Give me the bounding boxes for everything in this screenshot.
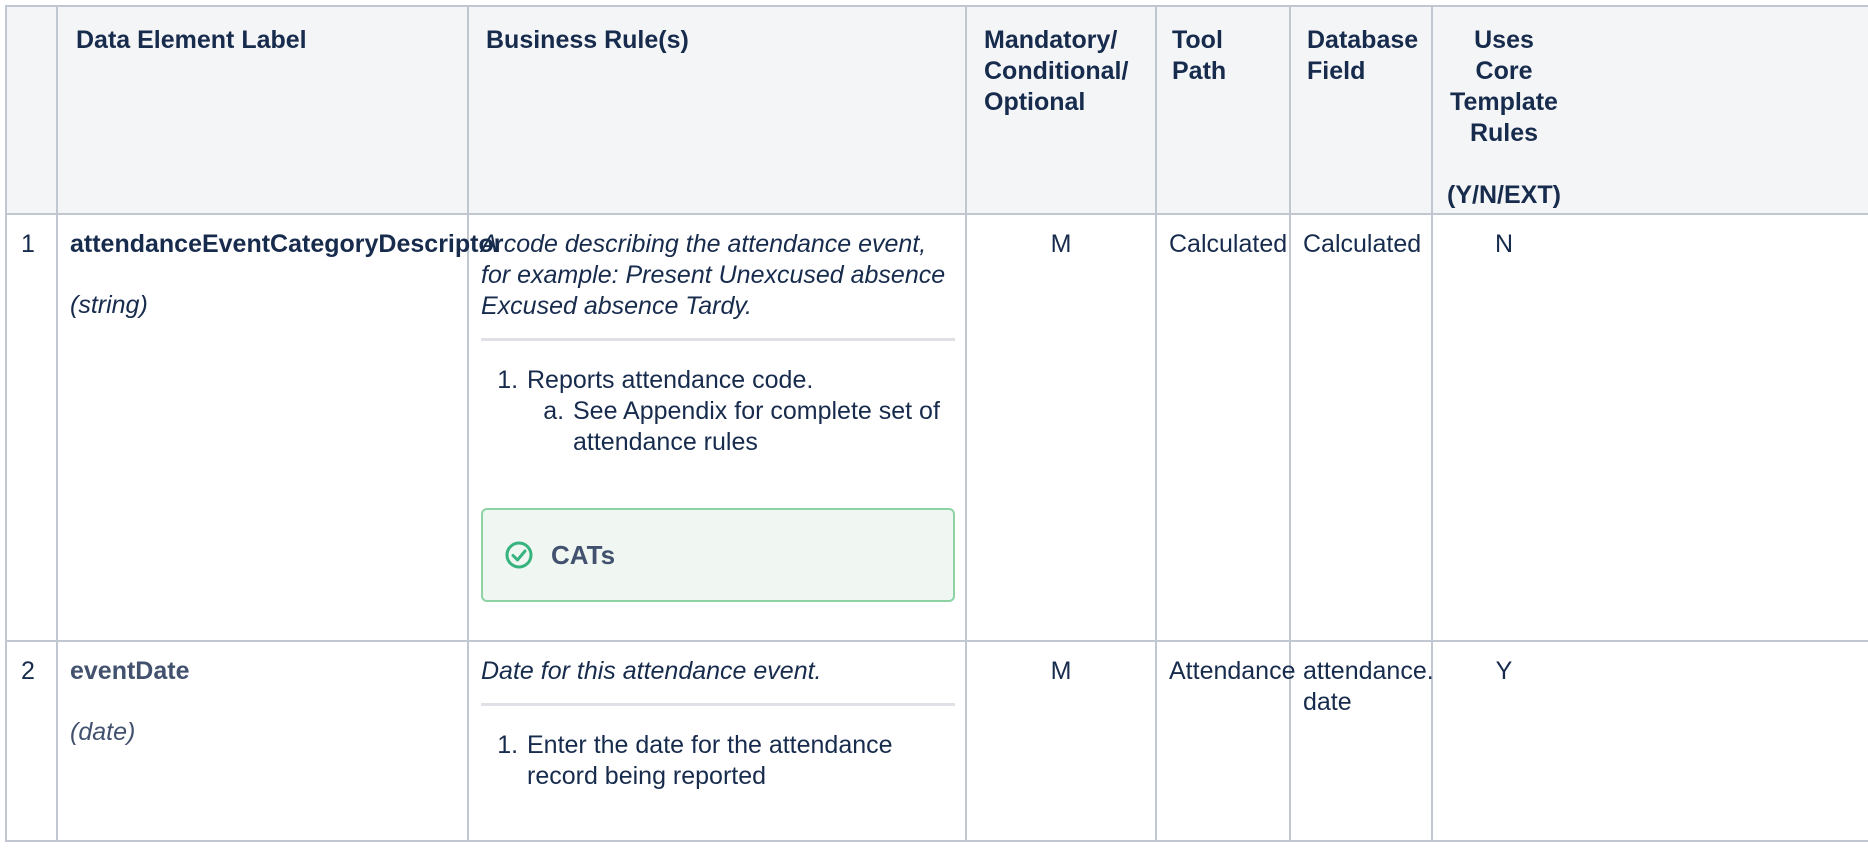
rule-description: Date for this attendance event. [481,657,822,685]
header-database-field: Database Field [1289,5,1433,215]
rule-divider [481,338,955,341]
mandatory-cell: M [965,640,1157,842]
core-template-cell: N [1431,213,1868,642]
tool-path-cell: Calculated [1155,213,1291,642]
data-element-type: (string) [70,291,148,319]
header-core-line: Rules [1469,119,1539,147]
database-field-line: date [1303,688,1352,716]
panel-title: CATs [551,539,616,570]
row-number: 1 [5,213,58,642]
header-db-line: Field [1307,57,1366,85]
business-rules-cell: A code describing the attendance event, … [467,213,967,642]
data-element-link[interactable]: eventDate [70,656,455,687]
tool-path-cell: Attendance [1155,640,1296,842]
header-row: Data Element Label Business Rule(s) Mand… [5,5,1868,215]
check-circle-icon [505,541,533,569]
header-mco-line: Conditional/ [984,57,1129,85]
data-element-type: (date) [70,718,136,746]
header-core-line: Uses [1474,26,1534,54]
header-uses-core-template-rules: Uses Core Template Rules (Y/N/EXT) [1431,5,1868,215]
rule-item: Enter the date for the attendance record… [525,730,955,792]
core-template-cell: Y [1431,640,1868,842]
header-db-line: Database [1307,26,1419,54]
row-number: 2 [5,640,58,842]
rule-list: Enter the date for the attendance record… [481,730,955,792]
rule-sublist: See Appendix for complete set of attenda… [527,396,955,458]
header-core-line: (Y/N/EXT) [1447,181,1561,209]
header-tool-line: Path [1172,57,1227,85]
header-mco-line: Mandatory/ [984,26,1118,54]
business-rules-cell: Date for this attendance event. Enter th… [467,640,967,842]
database-field-line: attendance. [1303,657,1434,685]
header-mandatory-conditional-optional: Mandatory/ Conditional/ Optional [965,5,1157,215]
rule-item: Reports attendance code. See Appendix fo… [525,365,955,458]
mandatory-cell: M [965,213,1157,642]
rule-subitem: See Appendix for complete set of attenda… [571,396,955,458]
database-field-cell: attendance. date [1289,640,1434,842]
data-element-label-cell: attendanceEventCategoryDescriptor (strin… [56,213,504,642]
data-element-label-cell: eventDate (date) [56,640,469,842]
table-row: 2 eventDate (date) Date for this attenda… [5,640,1868,842]
rule-description: A code describing the attendance event, … [481,230,946,320]
table-row: 1 attendanceEventCategoryDescriptor (str… [5,213,1868,642]
rule-list: Reports attendance code. See Appendix fo… [481,365,955,458]
rule-divider [481,703,955,706]
header-data-element-label: Data Element Label [56,5,469,215]
header-tool-path: Tool Path [1155,5,1291,215]
header-core-line: Core [1475,57,1533,85]
data-element-table: Data Element Label Business Rule(s) Mand… [5,5,1868,842]
header-number [5,5,58,215]
data-element-name: attendanceEventCategoryDescriptor [70,230,504,258]
header-tool-line: Tool [1172,26,1223,54]
header-core-line: Template [1450,88,1558,116]
header-business-rules: Business Rule(s) [467,5,967,215]
header-mco-line: Optional [984,88,1086,116]
success-panel: CATs [481,508,955,602]
database-field-cell: Calculated [1289,213,1433,642]
